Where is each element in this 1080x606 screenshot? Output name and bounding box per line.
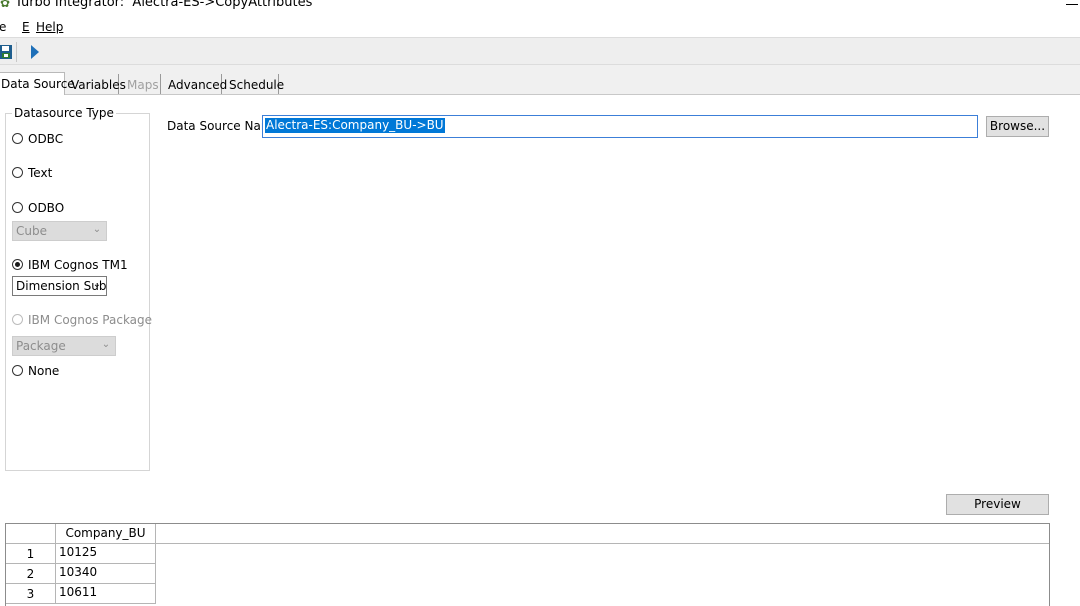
datasource-type-legend: Datasource Type (12, 106, 116, 120)
odbo-type-select: Cube ⌄ (12, 221, 107, 241)
radio-text-label[interactable]: Text (28, 166, 52, 180)
odbo-type-value: Cube (16, 224, 47, 238)
run-icon[interactable] (30, 45, 40, 59)
toolbar (0, 38, 1080, 65)
chevron-down-icon: ⌄ (92, 279, 102, 290)
table-cell[interactable]: 10340 (56, 564, 156, 584)
radio-none[interactable] (12, 365, 23, 376)
minimize-button[interactable] (1066, 4, 1078, 5)
menu-bar (0, 18, 1080, 38)
data-source-name-input[interactable]: Alectra-ES:Company_BU->BU (262, 115, 978, 138)
save-icon[interactable] (0, 45, 12, 59)
radio-cognos-package (12, 314, 23, 325)
preview-button[interactable]: Preview (946, 494, 1049, 515)
package-value: Package (16, 339, 66, 353)
radio-tm1-label[interactable]: IBM Cognos TM1 (28, 258, 128, 272)
grid-corner (6, 524, 56, 544)
window-title: Turbo Integrator: Alectra-ES->CopyAttrib… (15, 0, 313, 10)
gear-icon: ✿ (0, 0, 11, 10)
row-header[interactable]: 3 (6, 584, 56, 604)
tab-advanced[interactable]: Advanced (164, 74, 227, 94)
radio-cognos-package-label: IBM Cognos Package (28, 313, 153, 327)
table-cell[interactable]: 10125 (56, 544, 156, 564)
radio-odbo-label[interactable]: ODBO (28, 201, 64, 215)
radio-odbc[interactable] (12, 133, 23, 144)
row-header[interactable]: 1 (6, 544, 56, 564)
data-source-name-value: Alectra-ES:Company_BU->BU (265, 118, 445, 133)
radio-odbo[interactable] (12, 202, 23, 213)
tab-variables[interactable]: Variables (67, 74, 126, 94)
chevron-down-icon: ⌄ (92, 224, 102, 235)
menu-help-label: Help (36, 20, 64, 34)
toolbar-separator (16, 42, 17, 62)
radio-text[interactable] (12, 167, 23, 178)
radio-odbc-label[interactable]: ODBC (28, 132, 63, 146)
tab-data-source[interactable]: Data Source (0, 72, 75, 96)
tab-maps: Maps (123, 74, 161, 94)
column-header-company-bu[interactable]: Company_BU (56, 524, 156, 544)
chevron-down-icon: ⌄ (101, 339, 111, 350)
radio-tm1[interactable] (12, 259, 23, 270)
package-select: Package ⌄ (12, 336, 116, 356)
tm1-type-select[interactable]: Dimension Sub ⌄ (12, 276, 107, 296)
tab-strip (0, 65, 1080, 95)
browse-button[interactable]: Browse... (986, 116, 1049, 137)
preview-grid[interactable]: Company_BU 1 10125 2 10340 3 10611 (5, 523, 1050, 606)
menu-file[interactable]: e (0, 19, 6, 35)
tab-schedule[interactable]: Schedule (225, 74, 284, 94)
row-header[interactable]: 2 (6, 564, 56, 584)
menu-edit[interactable]: E (22, 19, 30, 35)
table-cell[interactable]: 10611 (56, 584, 156, 604)
menu-help[interactable]: Help (36, 19, 63, 35)
header-bottom-line (156, 543, 1049, 544)
radio-none-label[interactable]: None (28, 364, 59, 378)
